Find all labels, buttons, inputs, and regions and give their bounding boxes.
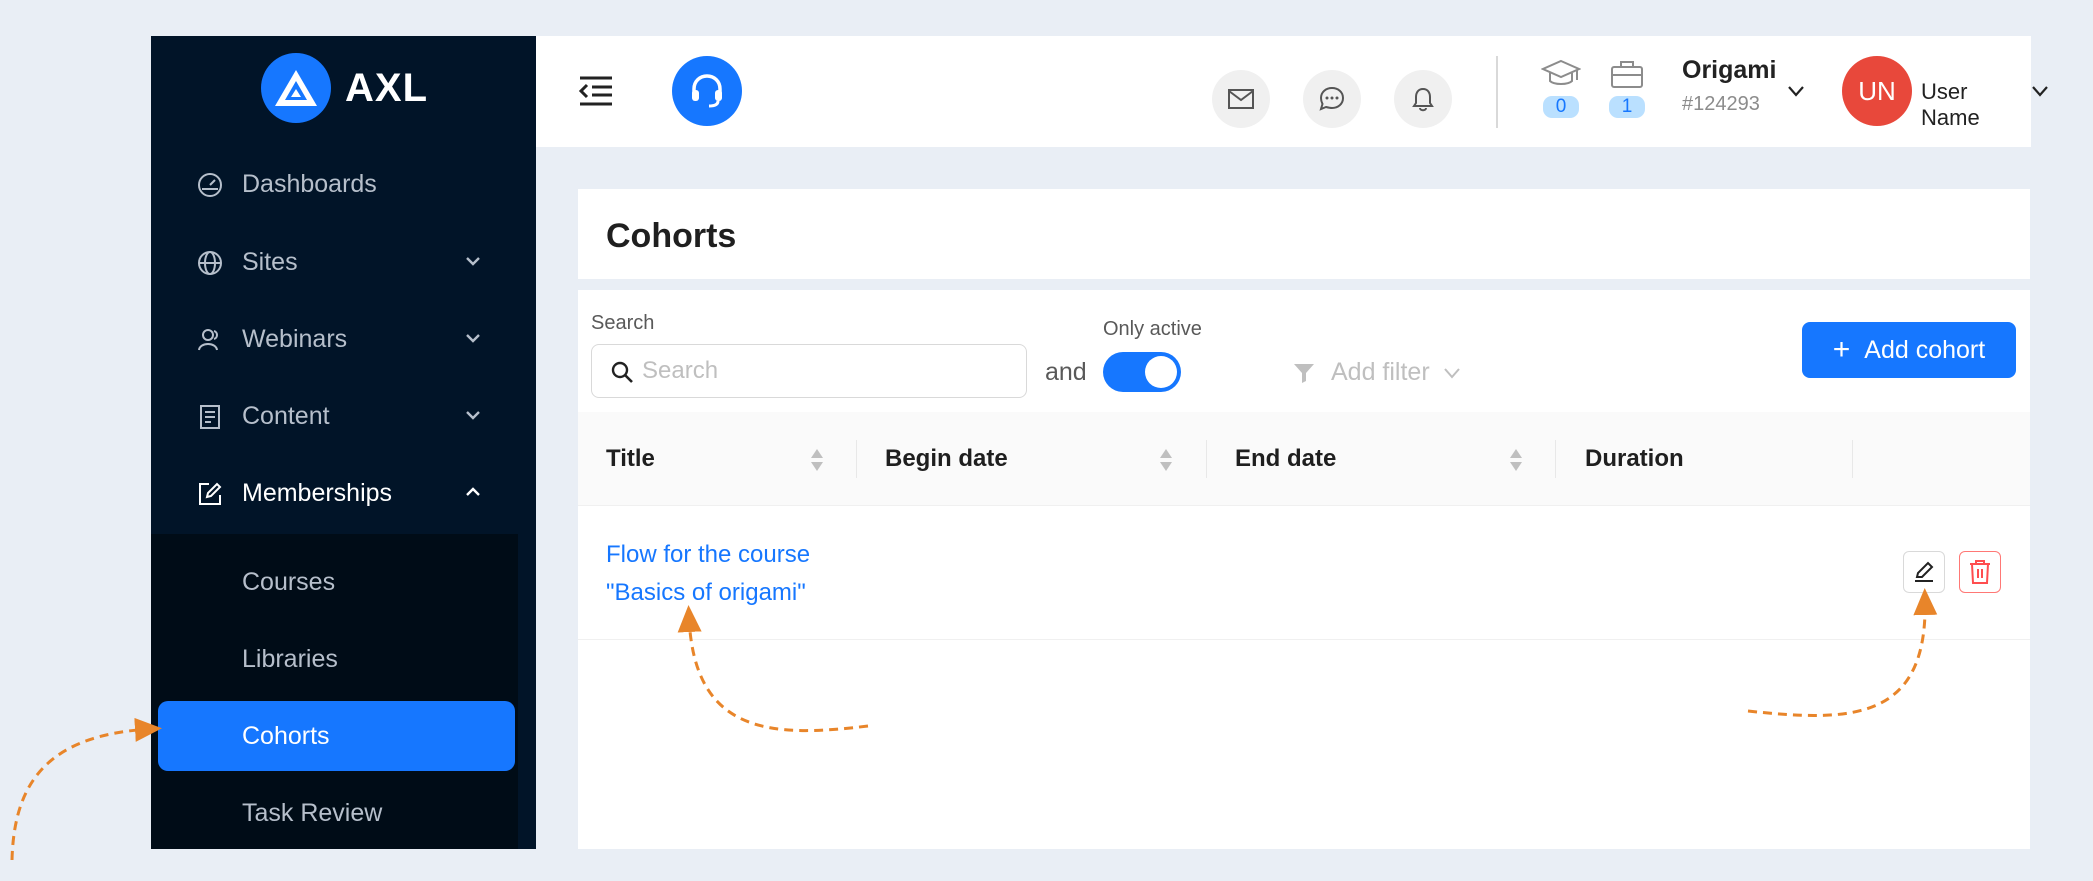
menu-fold-icon[interactable] (578, 74, 614, 108)
brand-name: AXL (345, 65, 428, 110)
sidebar-item-memberships[interactable]: Memberships (151, 463, 536, 523)
sidebar-item-label: Memberships (242, 478, 393, 507)
chevron-down-icon[interactable] (2030, 84, 2050, 98)
sidebar-item-content[interactable]: Content (151, 386, 536, 446)
edit-icon (1915, 561, 1934, 582)
edit-cohort-button[interactable] (1903, 551, 1945, 593)
sidebar-item-libraries[interactable]: Libraries (151, 624, 518, 694)
brand-logo[interactable]: AXL (261, 53, 428, 123)
annotation-arrow (10, 717, 162, 861)
users-icon (198, 329, 218, 351)
chevron-down-icon (466, 411, 480, 420)
sidebar-item-label: Sites (242, 247, 298, 276)
chat-button[interactable] (1303, 70, 1361, 128)
add-cohort-label: Add cohort (1864, 335, 1986, 364)
column-separator (1555, 440, 1556, 478)
courses-count-badge: 0 (1543, 96, 1579, 118)
sidebar-item-label: Courses (242, 567, 336, 596)
sidebar-item-dashboards[interactable]: Dashboards (151, 154, 536, 214)
sidebar-item-webinars[interactable]: Webinars (151, 309, 536, 369)
chevron-down-icon (466, 257, 480, 266)
sidebar-item-courses[interactable]: Courses (151, 547, 518, 617)
trash-icon (1970, 560, 1990, 584)
sort-icon[interactable] (1509, 447, 1523, 473)
column-duration: Duration (1585, 445, 1684, 472)
plus-icon: + (1832, 333, 1851, 366)
delete-cohort-button[interactable] (1959, 551, 2001, 593)
search-box[interactable] (591, 344, 1027, 398)
notifications-button[interactable] (1394, 70, 1452, 128)
sort-icon[interactable] (1159, 447, 1173, 473)
only-active-toggle[interactable] (1103, 352, 1181, 392)
chevron-up-icon (466, 487, 480, 496)
chevron-down-icon (1443, 367, 1460, 379)
page-title: Cohorts (606, 217, 737, 255)
sidebar-item-label: Libraries (242, 644, 338, 673)
triangle-logo-icon (261, 53, 331, 123)
user-name[interactable]: User Name (1921, 79, 2031, 131)
add-filter-label: Add filter (1331, 358, 1430, 386)
sidebar: AXL Dashboards Sites Webinars Content Me… (151, 36, 536, 849)
header-divider (1496, 56, 1498, 128)
sidebar-item-label: Task Review (242, 798, 383, 827)
courses-stat[interactable]: 0 (1539, 58, 1583, 118)
column-title[interactable]: Title (606, 412, 655, 506)
sidebar-item-label: Dashboards (242, 169, 377, 198)
sort-icon[interactable] (810, 447, 824, 473)
document-icon (200, 405, 220, 429)
bell-icon (1412, 87, 1434, 112)
page-header: Cohorts (578, 189, 2030, 279)
column-separator (1852, 440, 1853, 478)
column-begin-date[interactable]: Begin date (885, 412, 1008, 506)
cohorts-panel: Search and Only active Add filter + Add … (578, 290, 2030, 849)
and-label: and (1045, 358, 1087, 386)
chevron-down-icon (466, 334, 480, 343)
sidebar-item-cohorts[interactable]: Cohorts (158, 701, 515, 771)
jobs-stat[interactable]: 1 (1605, 58, 1649, 118)
sidebar-item-label: Webinars (242, 324, 348, 353)
support-button[interactable] (672, 56, 742, 126)
sidebar-item-label: Cohorts (242, 721, 330, 750)
sidebar-item-sites[interactable]: Sites (151, 232, 536, 292)
organization-switcher[interactable]: Origami #124293 (1682, 56, 1776, 116)
search-input[interactable] (642, 353, 1012, 389)
table-header: Title Begin date End date Duration (578, 412, 2030, 506)
edit-square-icon (199, 482, 222, 505)
mail-icon (1228, 89, 1254, 109)
org-id: #124293 (1682, 93, 1760, 115)
top-header: 0 1 Origami #124293 UN User Name (536, 36, 2048, 147)
messages-button[interactable] (1212, 70, 1270, 128)
add-cohort-button[interactable]: + Add cohort (1802, 322, 2016, 378)
add-filter-button[interactable]: Add filter (1293, 358, 1462, 387)
headset-icon (692, 74, 722, 108)
column-end-date[interactable]: End date (1235, 412, 1336, 506)
search-icon (611, 361, 633, 383)
column-separator (1206, 440, 1207, 478)
globe-icon (198, 251, 222, 275)
chevron-down-icon[interactable] (1786, 84, 1806, 98)
table-row: Flow for the course "Basics of origami" (578, 506, 2030, 640)
column-separator (856, 440, 857, 478)
search-label: Search (591, 312, 655, 334)
dashboard-icon (198, 173, 222, 197)
avatar[interactable]: UN (1842, 56, 1912, 126)
graduation-cap-icon (1541, 59, 1581, 85)
memberships-submenu: Courses Libraries Cohorts Task Review (151, 534, 518, 849)
sidebar-item-task-review[interactable]: Task Review (151, 778, 518, 848)
cohort-title-link[interactable]: Flow for the course "Basics of origami" (606, 536, 866, 612)
cohort-title-line: Flow for the course (606, 541, 811, 568)
toggle-knob (1145, 356, 1177, 388)
jobs-count-badge: 1 (1609, 96, 1645, 118)
cohort-title-line: "Basics of origami" (606, 579, 806, 606)
filter-icon (1294, 363, 1314, 383)
org-name: Origami (1682, 56, 1777, 84)
only-active-label: Only active (1103, 318, 1202, 340)
chat-icon (1319, 86, 1345, 111)
briefcase-icon (1611, 61, 1643, 88)
sidebar-item-label: Content (242, 401, 330, 430)
